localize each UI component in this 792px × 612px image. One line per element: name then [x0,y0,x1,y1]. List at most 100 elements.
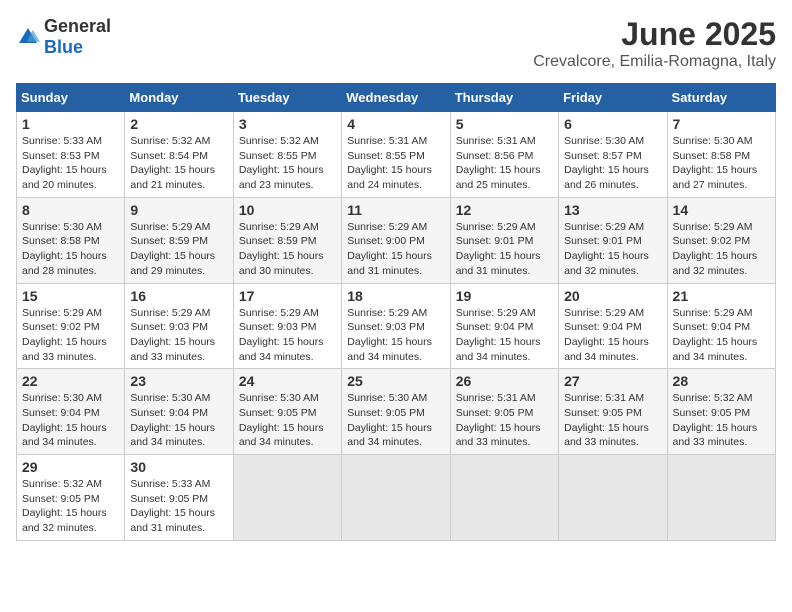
calendar-cell: 3 Sunrise: 5:32 AM Sunset: 8:55 PM Dayli… [233,112,341,198]
sunset: Sunset: 9:04 PM [564,321,642,333]
day-number: 21 [673,288,770,304]
calendar-cell: 22 Sunrise: 5:30 AM Sunset: 9:04 PM Dayl… [17,369,125,455]
day-number: 19 [456,288,553,304]
sunset: Sunset: 9:05 PM [347,407,425,419]
sunset: Sunset: 8:55 PM [347,150,425,162]
sunrise: Sunrise: 5:29 AM [456,221,536,233]
sunset: Sunset: 9:00 PM [347,235,425,247]
sunset: Sunset: 8:58 PM [673,150,751,162]
sunrise: Sunrise: 5:32 AM [239,135,319,147]
day-info: Sunrise: 5:32 AM Sunset: 8:54 PM Dayligh… [130,134,227,193]
sunset: Sunset: 8:55 PM [239,150,317,162]
sunrise: Sunrise: 5:32 AM [22,478,102,490]
calendar-cell: 7 Sunrise: 5:30 AM Sunset: 8:58 PM Dayli… [667,112,775,198]
daylight: Daylight: 15 hours and 34 minutes. [347,336,432,363]
day-number: 15 [22,288,119,304]
day-info: Sunrise: 5:30 AM Sunset: 9:04 PM Dayligh… [22,391,119,450]
calendar-cell: 26 Sunrise: 5:31 AM Sunset: 9:05 PM Dayl… [450,369,558,455]
week-row-3: 15 Sunrise: 5:29 AM Sunset: 9:02 PM Dayl… [17,283,776,369]
day-info: Sunrise: 5:33 AM Sunset: 9:05 PM Dayligh… [130,477,227,536]
daylight: Daylight: 15 hours and 34 minutes. [347,422,432,449]
day-number: 18 [347,288,444,304]
calendar-cell: 25 Sunrise: 5:30 AM Sunset: 9:05 PM Dayl… [342,369,450,455]
daylight: Daylight: 15 hours and 31 minutes. [130,507,215,534]
calendar-cell: 27 Sunrise: 5:31 AM Sunset: 9:05 PM Dayl… [559,369,667,455]
daylight: Daylight: 15 hours and 28 minutes. [22,250,107,277]
day-info: Sunrise: 5:32 AM Sunset: 9:05 PM Dayligh… [22,477,119,536]
sunset: Sunset: 9:04 PM [456,321,534,333]
day-info: Sunrise: 5:29 AM Sunset: 9:03 PM Dayligh… [347,306,444,365]
day-info: Sunrise: 5:31 AM Sunset: 8:56 PM Dayligh… [456,134,553,193]
sunrise: Sunrise: 5:32 AM [130,135,210,147]
daylight: Daylight: 15 hours and 26 minutes. [564,164,649,191]
calendar-cell [559,455,667,541]
daylight: Daylight: 15 hours and 25 minutes. [456,164,541,191]
sunset: Sunset: 9:04 PM [673,321,751,333]
sunrise: Sunrise: 5:29 AM [564,221,644,233]
week-row-2: 8 Sunrise: 5:30 AM Sunset: 8:58 PM Dayli… [17,197,776,283]
day-number: 23 [130,373,227,389]
daylight: Daylight: 15 hours and 21 minutes. [130,164,215,191]
daylight: Daylight: 15 hours and 33 minutes. [673,422,758,449]
calendar-cell: 15 Sunrise: 5:29 AM Sunset: 9:02 PM Dayl… [17,283,125,369]
col-wednesday: Wednesday [342,84,450,112]
day-number: 5 [456,116,553,132]
daylight: Daylight: 15 hours and 32 minutes. [22,507,107,534]
calendar-cell: 28 Sunrise: 5:32 AM Sunset: 9:05 PM Dayl… [667,369,775,455]
calendar-cell: 14 Sunrise: 5:29 AM Sunset: 9:02 PM Dayl… [667,197,775,283]
daylight: Daylight: 15 hours and 34 minutes. [130,422,215,449]
daylight: Daylight: 15 hours and 33 minutes. [564,422,649,449]
sunset: Sunset: 8:59 PM [239,235,317,247]
day-info: Sunrise: 5:29 AM Sunset: 9:00 PM Dayligh… [347,220,444,279]
col-thursday: Thursday [450,84,558,112]
day-info: Sunrise: 5:29 AM Sunset: 9:04 PM Dayligh… [564,306,661,365]
logo-text: General Blue [44,16,111,58]
sunrise: Sunrise: 5:29 AM [347,307,427,319]
daylight: Daylight: 15 hours and 30 minutes. [239,250,324,277]
daylight: Daylight: 15 hours and 20 minutes. [22,164,107,191]
day-info: Sunrise: 5:29 AM Sunset: 8:59 PM Dayligh… [130,220,227,279]
col-tuesday: Tuesday [233,84,341,112]
day-number: 7 [673,116,770,132]
daylight: Daylight: 15 hours and 24 minutes. [347,164,432,191]
sunset: Sunset: 8:57 PM [564,150,642,162]
day-number: 14 [673,202,770,218]
day-number: 25 [347,373,444,389]
sunset: Sunset: 9:05 PM [456,407,534,419]
daylight: Daylight: 15 hours and 32 minutes. [564,250,649,277]
daylight: Daylight: 15 hours and 23 minutes. [239,164,324,191]
calendar-cell: 2 Sunrise: 5:32 AM Sunset: 8:54 PM Dayli… [125,112,233,198]
sunrise: Sunrise: 5:33 AM [130,478,210,490]
day-info: Sunrise: 5:31 AM Sunset: 9:05 PM Dayligh… [456,391,553,450]
calendar-cell [233,455,341,541]
day-number: 29 [22,459,119,475]
logo-blue: Blue [44,37,83,57]
day-info: Sunrise: 5:30 AM Sunset: 9:05 PM Dayligh… [239,391,336,450]
day-number: 27 [564,373,661,389]
calendar-cell: 10 Sunrise: 5:29 AM Sunset: 8:59 PM Dayl… [233,197,341,283]
calendar-cell: 21 Sunrise: 5:29 AM Sunset: 9:04 PM Dayl… [667,283,775,369]
day-info: Sunrise: 5:31 AM Sunset: 9:05 PM Dayligh… [564,391,661,450]
calendar-cell: 30 Sunrise: 5:33 AM Sunset: 9:05 PM Dayl… [125,455,233,541]
day-info: Sunrise: 5:30 AM Sunset: 8:58 PM Dayligh… [673,134,770,193]
sunrise: Sunrise: 5:30 AM [564,135,644,147]
sunrise: Sunrise: 5:29 AM [673,307,753,319]
daylight: Daylight: 15 hours and 31 minutes. [456,250,541,277]
calendar-cell: 16 Sunrise: 5:29 AM Sunset: 9:03 PM Dayl… [125,283,233,369]
day-info: Sunrise: 5:29 AM Sunset: 8:59 PM Dayligh… [239,220,336,279]
calendar-cell: 19 Sunrise: 5:29 AM Sunset: 9:04 PM Dayl… [450,283,558,369]
sunrise: Sunrise: 5:29 AM [347,221,427,233]
day-number: 16 [130,288,227,304]
day-info: Sunrise: 5:30 AM Sunset: 8:57 PM Dayligh… [564,134,661,193]
day-number: 11 [347,202,444,218]
week-row-4: 22 Sunrise: 5:30 AM Sunset: 9:04 PM Dayl… [17,369,776,455]
header-row: Sunday Monday Tuesday Wednesday Thursday… [17,84,776,112]
day-number: 24 [239,373,336,389]
sunset: Sunset: 9:05 PM [673,407,751,419]
day-number: 30 [130,459,227,475]
day-info: Sunrise: 5:29 AM Sunset: 9:04 PM Dayligh… [456,306,553,365]
header: General Blue June 2025 Crevalcore, Emili… [16,16,776,71]
daylight: Daylight: 15 hours and 33 minutes. [456,422,541,449]
sunrise: Sunrise: 5:32 AM [673,392,753,404]
calendar-cell: 11 Sunrise: 5:29 AM Sunset: 9:00 PM Dayl… [342,197,450,283]
